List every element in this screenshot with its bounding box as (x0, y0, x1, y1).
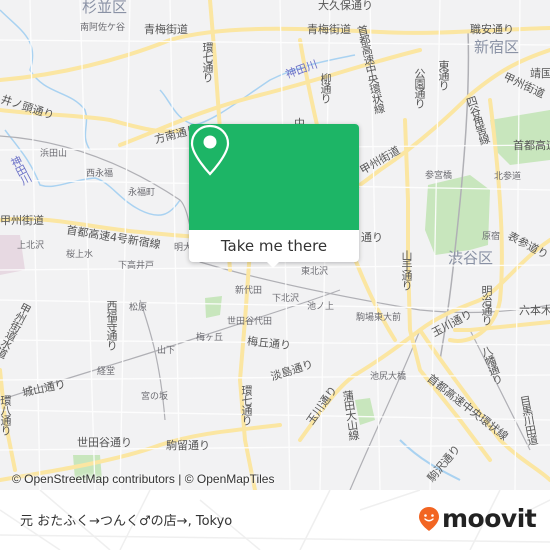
road-label-kan7-n: 環七通り (201, 42, 214, 82)
place-label-kyodo: 経堂 (97, 367, 116, 377)
road-label-nishifukuji: 西福寺通り (105, 300, 118, 350)
road-label-koen: 公園通り (413, 68, 426, 108)
place-label-eifukucho: 永福町 (128, 188, 156, 198)
place-label-komabatodaimae: 駒場東大前 (356, 313, 402, 323)
place-label-harajuku: 原宿 (482, 232, 501, 242)
popup-pointer (265, 260, 281, 268)
road-label-komadome: 駒留通り (166, 439, 210, 452)
place-label-kitasando: 北参道 (494, 172, 522, 182)
place-label-hamadayama: 浜田山 (40, 149, 68, 159)
road-label-shuto-east: 首都高速 (513, 139, 550, 152)
road-label-ome-kaido-w: 青梅街道 (144, 23, 188, 36)
place-label-ikenoue: 池ノ上 (307, 302, 335, 312)
place-label-sakurajosui: 桜上水 (66, 250, 94, 260)
road-label-setagaya: 世田谷通り (77, 436, 132, 449)
road-label-okubo: 大久保通り (318, 0, 373, 12)
place-label-shindaita: 新代田 (235, 286, 263, 296)
district-label-shinjuku: 新宿区 (474, 38, 520, 56)
place-label-setagayadaita: 世田谷代田 (227, 317, 273, 327)
road-label-dori-partial: 通り (361, 231, 383, 244)
district-label-shibuya: 渋谷区 (448, 249, 494, 267)
road-label-ome-kaido-e: 青梅街道 (307, 23, 351, 36)
road-label-meiji: 明治通り (480, 285, 493, 325)
road-label-higashi: 東通り (437, 60, 450, 90)
district-label-suginami: 杉並区 (82, 0, 128, 16)
place-label-yamashita: 山下 (157, 346, 176, 356)
place-label-nishieifuku: 西永福 (86, 169, 114, 179)
place-label-miyanosaka: 宮の坂 (141, 392, 169, 402)
take-me-there-popup[interactable]: Take me there (189, 124, 359, 268)
moovit-pin-icon (419, 506, 439, 531)
place-label-higashikitazawa: 東北沢 (301, 267, 329, 277)
take-me-there-button[interactable]: Take me there (189, 230, 359, 262)
moovit-logo[interactable]: moovit (418, 504, 537, 533)
road-label-roppongi: 六本木通り (519, 304, 550, 317)
road-label-yasukuni: 靖国通り (530, 67, 550, 80)
map-attribution[interactable]: © OpenStreetMap contributors | © OpenMap… (12, 472, 274, 486)
popup-header[interactable] (189, 124, 359, 230)
road-label-kan7-s: 環七通り (240, 385, 253, 425)
place-label-matsubara: 松原 (129, 303, 148, 313)
location-pin-icon (190, 124, 230, 176)
place-label-ikejiriohashi: 池尻大橋 (370, 372, 407, 382)
road-label-yanagi: 柳通り (319, 73, 332, 103)
road-label-kanpachi: 環八通り (0, 395, 12, 435)
road-label-koshu-w: 甲州街道 (0, 214, 44, 227)
place-label-shimokitazawa: 下北沢 (272, 294, 300, 304)
place-label-sangubashi: 参宮橋 (425, 171, 453, 181)
place-label-shimotakaido: 下高井戸 (118, 261, 155, 271)
park-shinjuku-gyoen (490, 110, 550, 165)
moovit-wordmark: moovit (442, 504, 537, 533)
footer-bar: 元 おたふく→つんく♂の店→, Tokyo moovit (0, 490, 550, 550)
road-label-yamate: 山手通り (400, 250, 413, 290)
place-name: 元 おたふく→つんく♂の店→, Tokyo (20, 514, 233, 529)
place-label-minami-asagaya: 南阿佐ケ谷 (80, 23, 126, 33)
map-canvas[interactable]: 杉並区 新宿区 渋谷区 青梅街道 青梅街道 環七通り 環七通り 井ノ頭通り 方南… (0, 0, 550, 490)
park-hanegi (205, 296, 222, 318)
road-label-shokuan: 職安通り (470, 23, 514, 36)
place-label-kamikitazawa: 上北沢 (17, 241, 45, 251)
rail-setagaya (139, 299, 166, 421)
place-label-umegaoka: 梅ヶ丘 (196, 333, 224, 343)
